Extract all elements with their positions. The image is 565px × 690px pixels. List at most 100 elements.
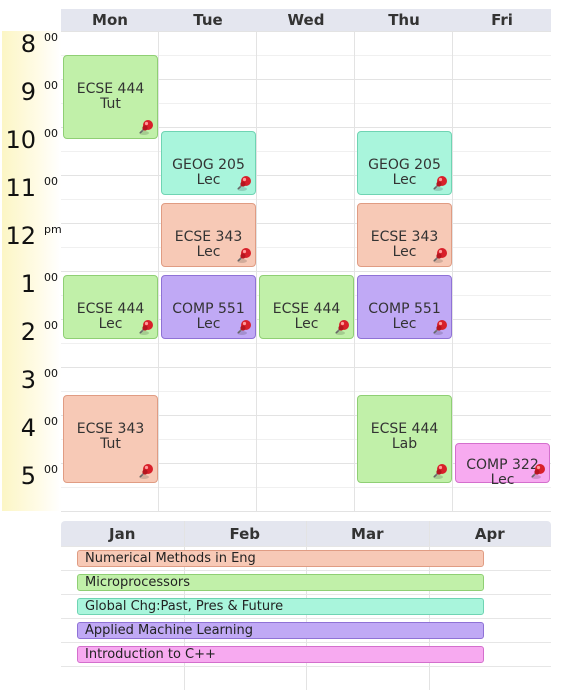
pin-icon[interactable]	[137, 462, 155, 480]
hour-label: 5 00	[6, 462, 58, 490]
course-event[interactable]: ECSE 343 Lec	[357, 203, 452, 267]
month-header-feb: Feb	[229, 525, 261, 543]
hour-number: 12	[5, 222, 36, 250]
weekly-schedule: Mon Tue Wed Thu Fri 8 00 9 00 10 00 11 00 12 pm 1 00 2 00 3…	[0, 0, 565, 515]
grid-column-line	[452, 31, 453, 511]
event-course-code: ECSE 343	[174, 229, 243, 245]
course-event[interactable]: COMP 551 Lec	[161, 275, 256, 339]
event-course-code: COMP 551	[368, 301, 441, 317]
pin-icon[interactable]	[431, 246, 449, 264]
event-course-code: ECSE 444	[370, 421, 439, 437]
course-event[interactable]: ECSE 444 Lec	[259, 275, 354, 339]
hour-suffix: 00	[44, 79, 58, 92]
hour-number: 9	[20, 78, 36, 106]
grid-row-line	[61, 367, 551, 368]
pin-icon[interactable]	[431, 462, 449, 480]
grid-row-line	[61, 247, 551, 248]
term-row-line	[61, 642, 551, 643]
hour-number: 4	[20, 414, 36, 442]
pin-icon[interactable]	[529, 462, 547, 480]
event-course-code: COMP 551	[172, 301, 245, 317]
grid-column-line	[158, 31, 159, 511]
term-course-bar[interactable]: Applied Machine Learning	[77, 622, 484, 639]
term-course-bar[interactable]: Introduction to C++	[77, 646, 484, 663]
hour-suffix: 00	[44, 319, 58, 332]
course-event[interactable]: COMP 322 Lec	[455, 443, 550, 488]
grid-row-line	[61, 151, 551, 152]
pin-icon[interactable]	[431, 318, 449, 336]
pin-icon[interactable]	[333, 318, 351, 336]
pin-icon[interactable]	[235, 318, 253, 336]
hour-suffix: 00	[44, 127, 58, 140]
day-header-wed: Wed	[257, 9, 355, 31]
day-header-fri: Fri	[453, 9, 551, 31]
hour-suffix: 00	[44, 31, 58, 44]
term-row-line	[61, 546, 551, 547]
course-event[interactable]: COMP 551 Lec	[357, 275, 452, 339]
event-course-code: GEOG 205	[172, 157, 245, 173]
day-header-thu: Thu	[355, 9, 453, 31]
event-section-type: Tut	[100, 96, 121, 112]
grid-row-line	[61, 223, 551, 224]
term-row-line	[61, 594, 551, 595]
hour-suffix: 00	[44, 175, 58, 188]
term-row-line	[61, 618, 551, 619]
hour-label: 12 pm	[5, 222, 61, 250]
hour-number: 3	[20, 366, 36, 394]
pin-icon[interactable]	[235, 174, 253, 192]
term-row-line	[61, 666, 551, 667]
hour-label: 3 00	[6, 366, 58, 394]
course-event[interactable]: ECSE 444 Lec	[63, 275, 158, 339]
event-section-type: Lab	[391, 436, 418, 452]
course-event[interactable]: ECSE 444 Tut	[63, 55, 158, 139]
hour-suffix: 00	[44, 415, 58, 428]
month-header-mar: Mar	[351, 525, 384, 543]
course-event[interactable]: GEOG 205 Lec	[357, 131, 452, 195]
hour-label: 8 00	[6, 30, 58, 58]
day-header-tue: Tue	[159, 9, 257, 31]
grid-row-line	[61, 511, 551, 512]
grid-row-line	[61, 175, 551, 176]
pin-icon[interactable]	[137, 118, 155, 136]
term-course-bar[interactable]: Microprocessors	[77, 574, 484, 591]
hour-number: 1	[20, 270, 36, 298]
event-course-code: ECSE 343	[370, 229, 439, 245]
pin-icon[interactable]	[235, 246, 253, 264]
hour-label: 1 00	[6, 270, 58, 298]
hour-label: 11 00	[5, 174, 58, 202]
event-course-code: ECSE 343	[76, 421, 145, 437]
hour-suffix: pm	[44, 223, 62, 236]
grid-row-line	[61, 271, 551, 272]
event-course-code: ECSE 444	[272, 301, 341, 317]
course-event[interactable]: ECSE 343 Lec	[161, 203, 256, 267]
term-course-bar[interactable]: Global Chg:Past, Pres & Future	[77, 598, 484, 615]
hour-label: 4 00	[6, 414, 58, 442]
course-event[interactable]: ECSE 343 Tut	[63, 395, 158, 483]
hour-number: 11	[5, 174, 36, 202]
pin-icon[interactable]	[137, 318, 155, 336]
hour-suffix: 00	[44, 271, 58, 284]
grid-row-line	[61, 343, 551, 344]
hour-label: 9 00	[6, 78, 58, 106]
pin-icon[interactable]	[431, 174, 449, 192]
hour-suffix: 00	[44, 463, 58, 476]
course-event[interactable]: GEOG 205 Lec	[161, 131, 256, 195]
hour-suffix: 00	[44, 367, 58, 380]
grid-row-line	[61, 31, 551, 32]
month-header-jan: Jan	[109, 525, 136, 543]
term-row-line	[61, 570, 551, 571]
term-overview: Jan Feb Mar Apr Numerical Methods in Eng Micr…	[61, 521, 551, 690]
grid-column-line	[354, 31, 355, 511]
term-course-bar[interactable]: Numerical Methods in Eng	[77, 550, 484, 567]
event-course-code: GEOG 205	[368, 157, 441, 173]
event-course-code: ECSE 444	[76, 301, 145, 317]
course-event[interactable]: ECSE 444 Lab	[357, 395, 452, 483]
grid-row-line	[61, 199, 551, 200]
hour-number: 10	[5, 126, 36, 154]
hour-label: 2 00	[6, 318, 58, 346]
hour-number: 5	[20, 462, 36, 490]
hour-label: 10 00	[5, 126, 58, 154]
event-section-type: Tut	[100, 436, 121, 452]
event-course-code: ECSE 444	[76, 81, 145, 97]
hour-number: 8	[20, 30, 36, 58]
